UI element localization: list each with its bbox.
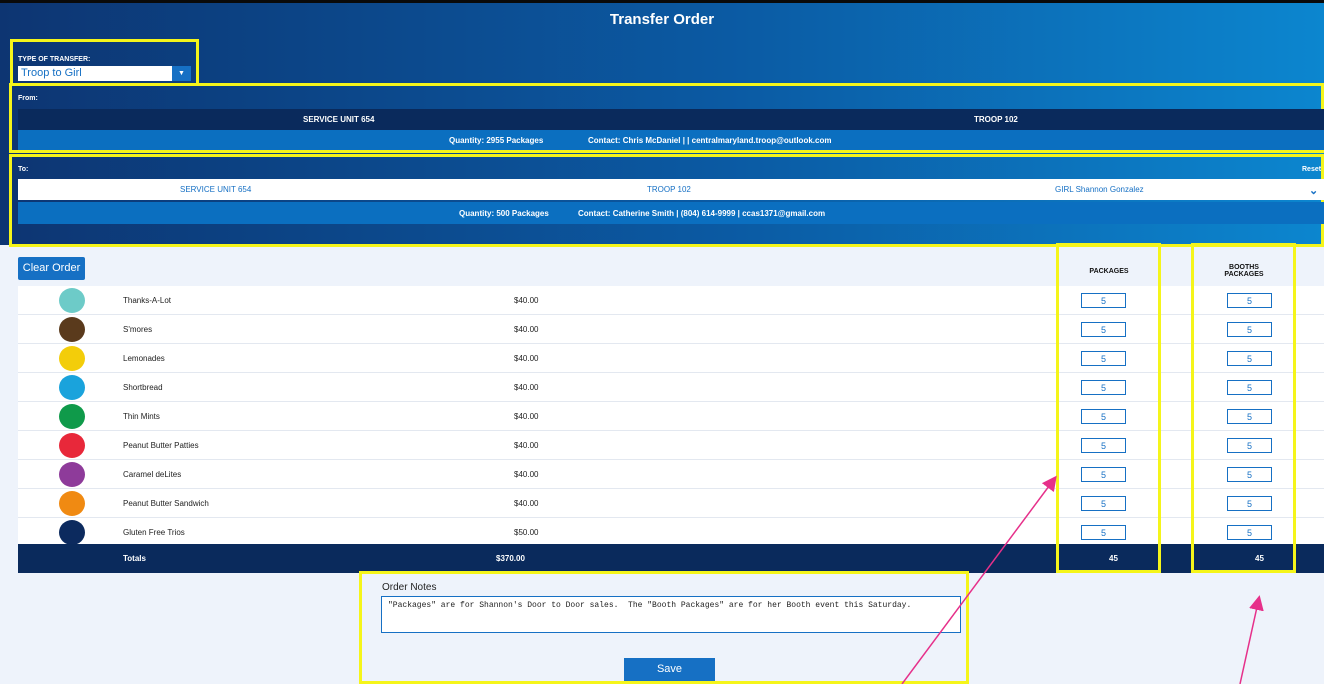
transfer-order-page: Transfer Order TYPE OF TRANSFER: Troop t…	[0, 0, 1324, 684]
annotation-arrow-booths	[1239, 595, 1264, 684]
annotation-arrow-packages	[901, 475, 1057, 684]
annotation-arrows	[901, 475, 1264, 684]
